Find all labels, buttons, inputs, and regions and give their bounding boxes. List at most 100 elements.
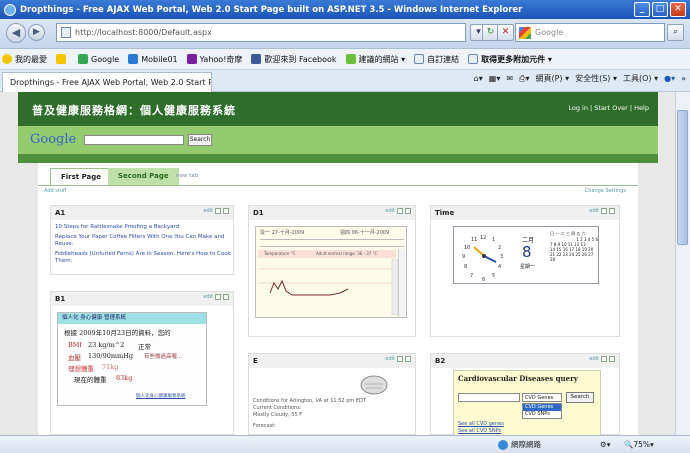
weather-location: Conditions for Arlington, VA at 11:52 pm… <box>253 398 366 404</box>
search-placeholder: Google <box>535 28 564 37</box>
read-mail-icon[interactable]: ✉ <box>506 74 513 83</box>
safety-menu[interactable]: 安全性(S) ▾ <box>575 73 617 84</box>
minimize-widget-icon[interactable] <box>215 208 221 214</box>
fav-add-button[interactable] <box>56 54 69 64</box>
bmi-status: 正常 <box>138 343 151 351</box>
edit-link[interactable]: edit <box>589 208 599 214</box>
edit-link[interactable]: edit <box>203 294 213 300</box>
command-bar: ⌂▾ ▦▾ ✉ ⎙▾ 網頁(P) ▾ 安全性(S) ▾ 工具(O) ▾ ●▾ » <box>474 73 686 84</box>
feed-item[interactable]: Fiddleheads (Unfurled Ferns) Are in Seas… <box>55 251 231 265</box>
chart-scale <box>398 249 406 317</box>
minimize-widget-icon[interactable] <box>601 208 607 214</box>
google-search-button[interactable]: Search <box>188 134 212 146</box>
clock-calendar-panel: 12 3 6 9 11 1 10 2 8 4 7 5 二月 8 星期一 日 一 … <box>453 226 599 284</box>
print-icon[interactable]: ⎙▾ <box>519 74 529 84</box>
tab-new[interactable]: new tab <box>166 168 208 185</box>
bmi-value: 23 kg/m^2 <box>88 341 125 349</box>
clock-weekday: 星期一 <box>520 264 536 270</box>
search-input[interactable]: Google <box>515 23 665 42</box>
fav-item-yahoo[interactable]: Yahoo!奇摩 <box>186 54 242 65</box>
globe-icon <box>498 439 508 450</box>
close-button[interactable]: ✕ <box>670 2 686 17</box>
close-widget-icon[interactable] <box>223 208 229 214</box>
scrollbar-thumb[interactable] <box>677 110 688 245</box>
cvd-query-panel: Cardiovascular Diseases query CVD Genes … <box>453 370 601 435</box>
site-title: 普及健康服務格網：個人健康服務系統 <box>32 104 236 117</box>
svg-text:1: 1 <box>492 237 495 243</box>
svg-text:2: 2 <box>498 245 501 251</box>
page-viewport: 普及健康服務格網：個人健康服務系統 Log in | Start Over | … <box>0 92 675 435</box>
header-strip <box>18 154 658 163</box>
analog-clock: 12 3 6 9 11 1 10 2 8 4 7 5 <box>460 232 508 283</box>
widget-e: E edit Conditions for Arlington, VA at 1… <box>248 353 416 435</box>
feed-item[interactable]: Replace Your Paper Coffee Filters With O… <box>55 234 231 248</box>
back-icon[interactable]: ◀ <box>6 23 26 43</box>
facebook-icon <box>251 54 262 64</box>
svg-text:8: 8 <box>464 264 467 270</box>
edit-link[interactable]: edit <box>589 356 599 362</box>
close-widget-icon[interactable] <box>609 208 615 214</box>
tab-first-page[interactable]: First Page <box>50 168 113 185</box>
close-widget-icon[interactable] <box>405 356 411 362</box>
add-stuff-link[interactable]: Add stuff <box>44 188 66 194</box>
minimize-button[interactable]: _ <box>634 2 650 17</box>
tools-menu[interactable]: 工具(O) ▾ <box>623 73 658 84</box>
home-icon[interactable]: ⌂▾ <box>474 74 483 83</box>
widget-b1: B1 edit 個人化 身心健康 管理系統 根據 2009年10月23日的資料，… <box>50 291 234 435</box>
cvd-snps-link[interactable]: See all CVD SNPs <box>458 428 501 434</box>
health-system-link[interactable]: 個人化身心健康服務系統 <box>136 393 186 399</box>
cvd-option[interactable]: CVD SNPs <box>523 411 561 418</box>
fav-item-google[interactable]: Google <box>78 54 119 64</box>
close-widget-icon[interactable] <box>223 294 229 300</box>
minimize-widget-icon[interactable] <box>601 356 607 362</box>
widget-controls: edit <box>589 208 615 214</box>
feed-item[interactable]: 10 Steps for Rattlesnake Proofing a Back… <box>55 224 231 231</box>
legend-normal-range: Adult normal range: 36 - 37 °C <box>316 251 378 256</box>
ideal-weight-label: 理想體重 <box>68 365 94 373</box>
minimize-widget-icon[interactable] <box>397 356 403 362</box>
search-icon[interactable]: ⌕ <box>667 24 684 41</box>
ideal-weight-value: 71kg <box>102 363 119 371</box>
favorites-button[interactable]: 我的最愛 <box>2 54 47 65</box>
address-bar[interactable]: http://localhost:8000/Default.aspx <box>56 23 466 42</box>
maximize-button[interactable]: □ <box>652 2 668 17</box>
stop-icon[interactable]: ✕ <box>497 24 514 41</box>
cvd-genes-link[interactable]: See all CVD genes <box>458 421 504 427</box>
weather-forecast-label: Forecast: <box>253 423 276 429</box>
widget-controls: edit <box>385 208 411 214</box>
page-icon <box>61 27 71 38</box>
feeds-icon[interactable]: ▦▾ <box>489 74 501 83</box>
svg-text:7: 7 <box>470 273 473 279</box>
header-links[interactable]: Log in | Start Over | Help <box>568 104 649 112</box>
protected-mode-icon[interactable]: ⚙▾ <box>600 440 611 449</box>
fav-item-suggested[interactable]: 建議的網站 ▾ <box>345 54 405 65</box>
help-icon[interactable]: ●▾ <box>664 74 675 83</box>
cvd-search-button[interactable]: Search <box>566 392 594 403</box>
chevron-more-icon[interactable]: » <box>681 74 686 83</box>
minimize-widget-icon[interactable] <box>397 208 403 214</box>
fav-item-custom-links[interactable]: 自訂連結 <box>414 54 459 65</box>
svg-text:6: 6 <box>482 277 485 283</box>
browser-tab[interactable]: Dropthings - Free AJAX Web Portal, Web 2… <box>2 72 212 92</box>
close-widget-icon[interactable] <box>609 356 615 362</box>
fav-item-facebook[interactable]: 歡迎來到 Facebook <box>251 54 337 65</box>
fav-item-mobile01[interactable]: Mobile01 <box>128 54 178 64</box>
change-settings-link[interactable]: Change Settings <box>585 188 626 194</box>
widget-b2: B2 edit Cardiovascular Diseases query CV… <box>430 353 620 435</box>
page-menu[interactable]: 網頁(P) ▾ <box>535 73 569 84</box>
edit-link[interactable]: edit <box>385 356 395 362</box>
zone-label: 網際網路 <box>511 440 541 449</box>
edit-link[interactable]: edit <box>385 208 395 214</box>
forward-icon[interactable]: ▶ <box>28 24 45 41</box>
minimize-widget-icon[interactable] <box>215 294 221 300</box>
edit-link[interactable]: edit <box>203 208 213 214</box>
cvd-query-input[interactable] <box>458 393 520 402</box>
google-search-input[interactable] <box>84 135 184 145</box>
cvd-select[interactable]: CVD Genes <box>522 393 562 402</box>
fav-item-addons[interactable]: 取得更多附加元件 ▾ <box>468 54 552 65</box>
cvd-option[interactable]: CVD Genes <box>523 404 561 411</box>
widget-controls: edit <box>589 356 615 362</box>
zoom-control[interactable]: 🔍 75% ▾ <box>624 440 654 449</box>
close-widget-icon[interactable] <box>405 208 411 214</box>
cvd-options-list[interactable]: CVD Genes CVD SNPs <box>522 403 562 419</box>
